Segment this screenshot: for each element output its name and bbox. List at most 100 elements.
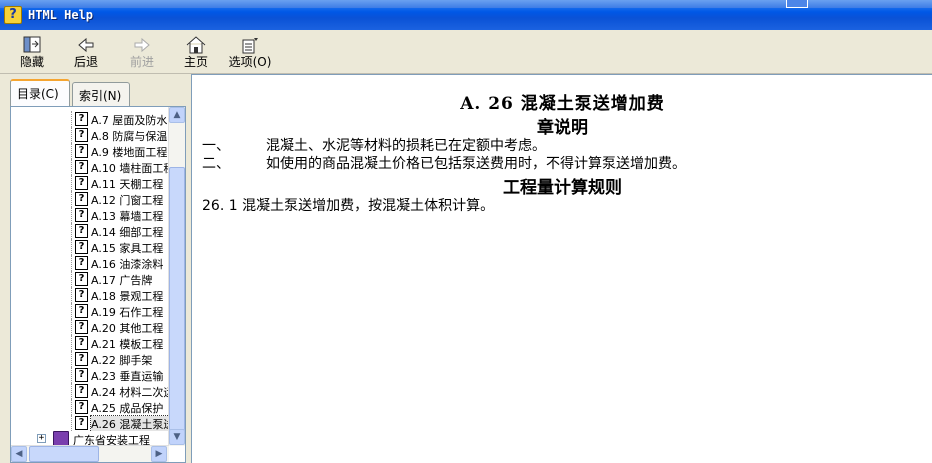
expand-plus-icon[interactable]: +: [37, 434, 46, 443]
help-page-icon: ?: [75, 128, 88, 142]
options-button[interactable]: 选项(O): [224, 33, 276, 73]
scroll-left-icon[interactable]: ◀: [11, 446, 27, 462]
scroll-down-icon[interactable]: ▼: [169, 429, 185, 445]
home-label: 主页: [183, 55, 208, 69]
tree-item-label: A.19 石作工程: [91, 306, 164, 319]
help-page-icon: ?: [75, 240, 88, 254]
note-item-number: 二、: [202, 156, 230, 172]
tree-item[interactable]: ? A.9 楼地面工程: [11, 143, 169, 159]
tree-item[interactable]: ? A.17 广告牌: [11, 271, 169, 287]
scroll-up-icon[interactable]: ▲: [169, 107, 185, 123]
help-page-icon: ?: [75, 272, 88, 286]
topic-content: A. 26 混凝土泵送增加费 章说明 一、 混凝土、水泥等材料的损耗已在定额中考虑…: [191, 74, 932, 463]
hide-label: 隐藏: [19, 55, 44, 69]
tree-item-label: A.13 幕墙工程: [91, 210, 164, 223]
tree-item-label: A.8 防腐与保温: [91, 130, 168, 143]
help-page-icon: ?: [75, 400, 88, 414]
hide-button[interactable]: 隐藏: [6, 33, 58, 73]
tree-item[interactable]: ? A.8 防腐与保温: [11, 127, 169, 143]
tree-item[interactable]: ? A.25 成品保护: [11, 399, 169, 415]
note-item-text: 如使用的商品混凝土价格已包括泵送费用时，不得计算泵送增加费。: [266, 156, 686, 172]
tree-item-label: A.26 混凝土泵送: [90, 415, 169, 431]
tree-item-label: A.14 细部工程: [91, 226, 164, 239]
note-item-number: 一、: [202, 138, 230, 154]
help-page-icon: ?: [75, 304, 88, 318]
vertical-scroll-thumb[interactable]: [169, 167, 185, 435]
help-page-icon: ?: [75, 288, 88, 302]
tree-item[interactable]: ? A.14 细部工程: [11, 223, 169, 239]
forward-label: 前进: [129, 55, 154, 69]
toolbar: 隐藏 后退 前进 主页 选项(O): [0, 30, 932, 74]
options-label: 选项(O): [228, 55, 272, 69]
tab-contents-label: 目录(C): [17, 87, 59, 101]
help-page-icon: ?: [75, 208, 88, 222]
book-icon: [53, 431, 69, 446]
rule-text: 26. 1 混凝土泵送增加费，按混凝土体积计算。: [202, 198, 495, 214]
tree-item-label: A.21 模板工程: [91, 338, 164, 351]
tree-item-label: A.16 油漆涂料: [91, 258, 164, 271]
back-button[interactable]: 后退: [60, 33, 112, 73]
help-page-icon: ?: [75, 416, 88, 430]
note-item: 二、 如使用的商品混凝土价格已包括泵送费用时，不得计算泵送增加费。: [202, 153, 686, 173]
tab-contents[interactable]: 目录(C): [10, 79, 70, 107]
tree-item[interactable]: ? A.15 家具工程: [11, 239, 169, 255]
help-page-icon: ?: [75, 224, 88, 238]
tree-item[interactable]: ? A.23 垂直运输: [11, 367, 169, 383]
tree-item[interactable]: ? A.13 幕墙工程: [11, 207, 169, 223]
options-icon: [242, 38, 258, 54]
help-page-icon: ?: [75, 320, 88, 334]
back-arrow-icon: [78, 37, 94, 53]
tree-item[interactable]: ? A.10 墙柱面工程: [11, 159, 169, 175]
title-bar: ? HTML Help: [0, 0, 932, 30]
hide-pane-icon: [23, 36, 41, 53]
help-page-icon: ?: [75, 144, 88, 158]
help-page-icon: ?: [75, 352, 88, 366]
tree-item[interactable]: ? A.11 天棚工程: [11, 175, 169, 191]
tree-item-selected[interactable]: ? A.26 混凝土泵送: [11, 415, 169, 431]
navigation-pane: 目录(C) 索引(N) ? A.7 屋面及防水 ? A.8 防腐与保温 ? A.9 楼…: [0, 74, 186, 463]
window-button-partial[interactable]: [786, 0, 808, 8]
horizontal-scrollbar[interactable]: ◀ ▶: [11, 445, 169, 462]
tree-item-label: A.17 广告牌: [91, 274, 153, 287]
tree-item[interactable]: ?A.24 材料二次运输: [11, 383, 169, 399]
help-page-icon: ?: [75, 368, 88, 382]
tree-item-label: A.18 景观工程: [91, 290, 164, 303]
tree-item[interactable]: ? A.18 景观工程: [11, 287, 169, 303]
horizontal-scroll-thumb[interactable]: [29, 446, 99, 462]
tree-item-label: A.24 材料二次运输: [91, 386, 169, 399]
tree-item-label: A.22 脚手架: [91, 354, 153, 367]
tab-index[interactable]: 索引(N): [72, 82, 130, 106]
window-title: HTML Help: [28, 8, 94, 22]
help-app-icon: ?: [4, 6, 22, 24]
scroll-right-icon[interactable]: ▶: [151, 446, 167, 462]
help-page-icon: ?: [75, 160, 88, 174]
tab-index-label: 索引(N): [79, 89, 122, 103]
note-item: 一、 混凝土、水泥等材料的损耗已在定额中考虑。: [202, 135, 546, 155]
help-page-icon: ?: [75, 336, 88, 350]
tree-item[interactable]: ? A.16 油漆涂料: [11, 255, 169, 271]
note-item-text: 混凝土、水泥等材料的损耗已在定额中考虑。: [266, 138, 546, 154]
home-icon: [186, 36, 206, 54]
tree-item-label: A.25 成品保护: [91, 402, 164, 415]
help-page-icon: ?: [75, 176, 88, 190]
tree-item[interactable]: ? A.7 屋面及防水: [11, 111, 169, 127]
tree-item[interactable]: ? A.20 其他工程: [11, 319, 169, 335]
vertical-scrollbar[interactable]: ▲ ▼: [168, 107, 185, 446]
tree-item-label: A.9 楼地面工程: [91, 146, 168, 159]
contents-tree[interactable]: ? A.7 屋面及防水 ? A.8 防腐与保温 ? A.9 楼地面工程 ? A.10 墙…: [10, 106, 186, 463]
tree-item[interactable]: ? A.22 脚手架: [11, 351, 169, 367]
tree-item-label: A.11 天棚工程: [91, 178, 164, 191]
tree-item[interactable]: ? A.19 石作工程: [11, 303, 169, 319]
home-button[interactable]: 主页: [170, 33, 222, 73]
help-page-icon: ?: [75, 192, 88, 206]
tree-item-label: A.15 家具工程: [91, 242, 164, 255]
forward-arrow-icon: [134, 37, 150, 53]
tree-item-label: A.20 其他工程: [91, 322, 164, 335]
tree-item[interactable]: ? A.12 门窗工程: [11, 191, 169, 207]
tree-item-label: A.10 墙柱面工程: [91, 162, 169, 175]
topic-title: A. 26 混凝土泵送增加费: [460, 94, 665, 114]
tree-item[interactable]: ? A.21 模板工程: [11, 335, 169, 351]
forward-button[interactable]: 前进: [116, 33, 168, 73]
tree-list: ? A.7 屋面及防水 ? A.8 防腐与保温 ? A.9 楼地面工程 ? A.10 墙…: [11, 111, 169, 431]
tree-item-label: A.12 门窗工程: [91, 194, 164, 207]
